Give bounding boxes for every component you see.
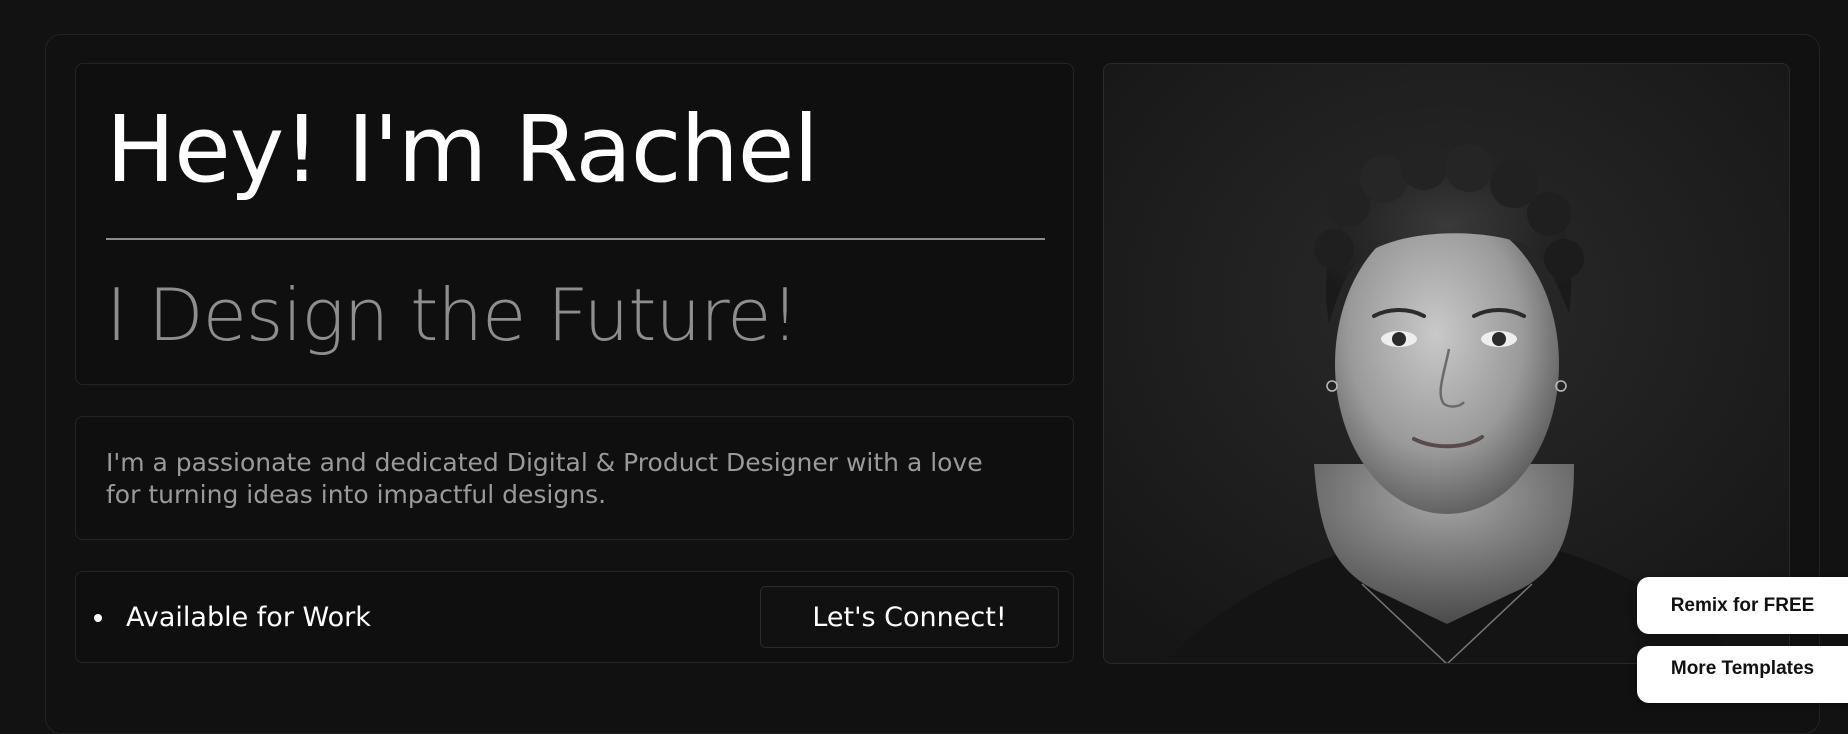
hero-card: Hey! I'm Rachel I Design the Future! xyxy=(75,63,1074,385)
more-templates-button[interactable]: More Templates xyxy=(1637,646,1848,703)
about-card: I'm a passionate and dedicated Digital &… xyxy=(75,416,1074,540)
bullet-dot-icon xyxy=(94,614,102,622)
portrait-photo xyxy=(1103,63,1790,664)
availability-status: Available for Work xyxy=(126,602,371,633)
status-card: Available for Work Let's Connect! xyxy=(75,571,1074,663)
remix-for-free-button[interactable]: Remix for FREE xyxy=(1637,577,1848,634)
hero-divider xyxy=(106,238,1045,240)
about-text: I'm a passionate and dedicated Digital &… xyxy=(106,448,983,509)
portrait-illustration xyxy=(1104,64,1789,663)
lets-connect-button[interactable]: Let's Connect! xyxy=(760,586,1059,648)
hero-title: Hey! I'm Rachel xyxy=(106,96,819,203)
hero-subtitle: I Design the Future! xyxy=(106,273,799,357)
